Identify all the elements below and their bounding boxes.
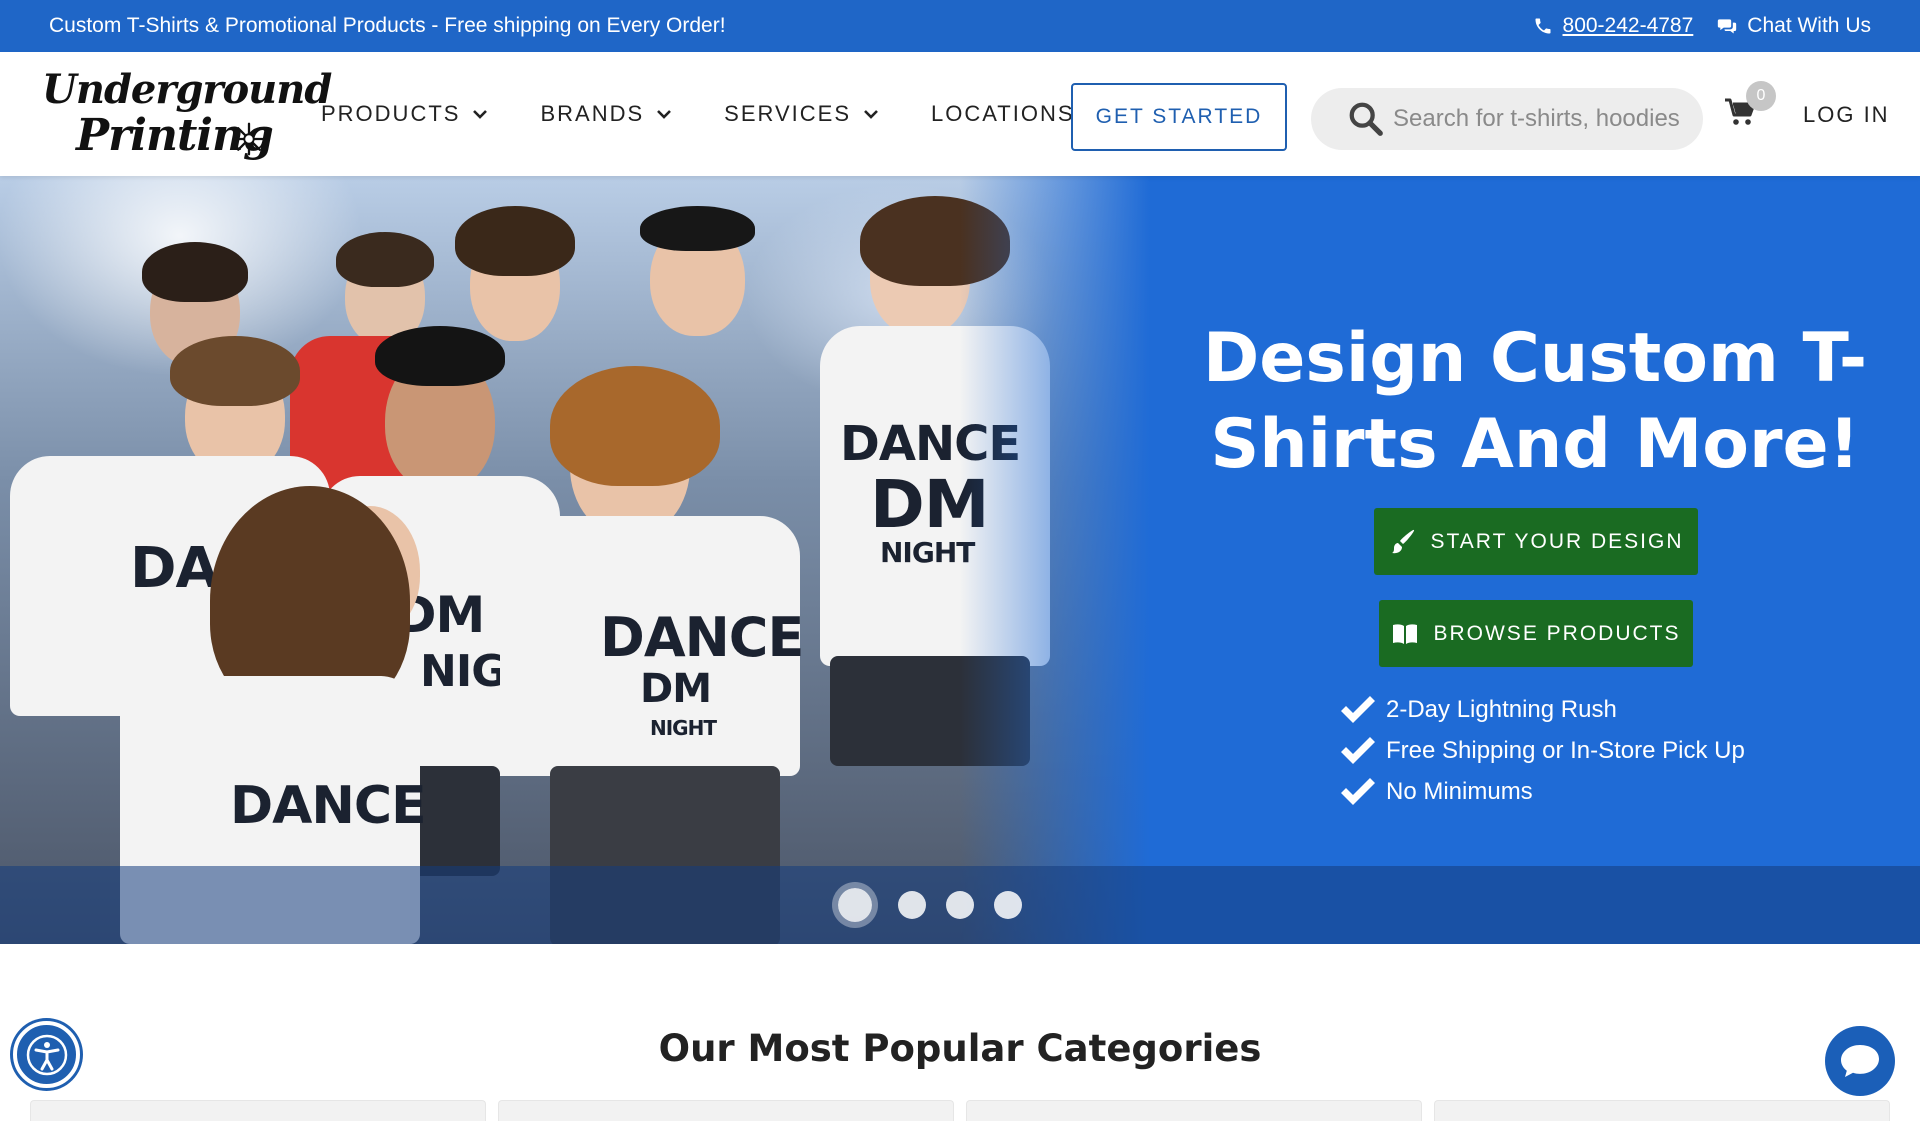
- browse-products-button[interactable]: BROWSE PRODUCTS: [1379, 600, 1693, 667]
- book-icon: [1393, 623, 1418, 644]
- phone-link[interactable]: 800-242-4787: [1563, 14, 1694, 38]
- get-started-button[interactable]: GET STARTED: [1071, 83, 1287, 151]
- popular-categories-title: Our Most Popular Categories: [658, 1027, 1262, 1070]
- nav-services[interactable]: SERVICES: [724, 101, 879, 127]
- feature-item: Free Shipping or In-Store Pick Up: [1338, 730, 1745, 771]
- promo-text: Custom T-Shirts & Promotional Products -…: [49, 14, 726, 37]
- category-card[interactable]: [498, 1100, 954, 1121]
- feature-item: No Minimums: [1338, 771, 1745, 812]
- carousel-dot-1[interactable]: [838, 888, 872, 922]
- main-nav: PRODUCTS BRANDS SERVICES LOCATIONS: [321, 52, 1155, 176]
- topbar-contact: 800-242-4787 Chat With Us: [1533, 14, 1871, 38]
- promo-bar: Custom T-Shirts & Promotional Products -…: [0, 0, 1920, 52]
- checkmark-icon: [1341, 736, 1375, 764]
- browse-products-label: BROWSE PRODUCTS: [1433, 621, 1681, 645]
- site-header: Underground Printing PRODUCTS BRANDS SER…: [0, 52, 1920, 176]
- carousel-dots: [838, 866, 1042, 944]
- login-link[interactable]: LOG IN: [1803, 102, 1890, 128]
- cart-button[interactable]: 0: [1724, 81, 1776, 137]
- logo-burst-icon: [232, 122, 266, 156]
- nav-locations-label: LOCATIONS: [931, 101, 1075, 126]
- cart-count-badge: 0: [1746, 81, 1776, 111]
- feature-text: No Minimums: [1386, 777, 1533, 805]
- chevron-down-icon: [657, 110, 672, 119]
- accessibility-button[interactable]: [13, 1021, 80, 1088]
- nav-brands[interactable]: BRANDS: [540, 101, 672, 127]
- carousel-dot-4[interactable]: [994, 891, 1022, 919]
- checkmark-icon: [1341, 695, 1375, 723]
- feature-list: 2-Day Lightning Rush Free Shipping or In…: [1338, 689, 1745, 812]
- category-card[interactable]: [30, 1100, 486, 1121]
- shirt-print: DANCE: [600, 606, 804, 669]
- chat-link-group[interactable]: Chat With Us: [1717, 14, 1871, 38]
- carousel-dot-3[interactable]: [946, 891, 974, 919]
- hero-title: Design Custom T-Shirts And More!: [1202, 319, 1868, 484]
- chat-link[interactable]: Chat With Us: [1747, 14, 1871, 38]
- phone-icon: [1535, 18, 1551, 34]
- carousel-dot-2[interactable]: [898, 891, 926, 919]
- hero-banner: DANCE DM NIGHT DANCE DM NIGHT DANCE DM N…: [0, 176, 1920, 944]
- carousel-controls: [0, 866, 1920, 944]
- feature-text: Free Shipping or In-Store Pick Up: [1386, 736, 1745, 764]
- hero-content: Design Custom T-Shirts And More! START Y…: [1150, 176, 1920, 866]
- chat-icon: [1718, 19, 1737, 34]
- paintbrush-icon: [1391, 529, 1414, 553]
- nav-products[interactable]: PRODUCTS: [321, 101, 488, 127]
- search-box[interactable]: [1311, 88, 1703, 150]
- shirt-print: DANCE: [230, 776, 427, 836]
- category-card[interactable]: [1434, 1100, 1890, 1121]
- search-icon: [1349, 102, 1383, 136]
- checkmark-icon: [1341, 777, 1375, 805]
- chevron-down-icon: [864, 110, 878, 119]
- live-chat-button[interactable]: [1825, 1026, 1895, 1096]
- chevron-down-icon: [473, 110, 488, 119]
- site-logo[interactable]: Underground Printing: [40, 68, 332, 164]
- nav-products-label: PRODUCTS: [321, 101, 461, 126]
- chat-bubble-icon: [1841, 1045, 1879, 1077]
- start-design-button[interactable]: START YOUR DESIGN: [1374, 508, 1698, 575]
- search-input[interactable]: [1393, 105, 1683, 133]
- feature-text: 2-Day Lightning Rush: [1386, 695, 1617, 723]
- nav-brands-label: BRANDS: [540, 101, 645, 126]
- category-cards: [30, 1100, 1890, 1121]
- shirt-print: NIGHT: [650, 716, 717, 740]
- hero-photo: DANCE DM NIGHT DANCE DM NIGHT DANCE DM N…: [0, 176, 1150, 944]
- feature-item: 2-Day Lightning Rush: [1338, 689, 1745, 730]
- start-design-label: START YOUR DESIGN: [1430, 529, 1684, 553]
- nav-services-label: SERVICES: [724, 101, 851, 126]
- shirt-print: DM: [640, 666, 712, 712]
- accessibility-icon: [26, 1034, 67, 1075]
- category-card[interactable]: [966, 1100, 1422, 1121]
- phone-link-group[interactable]: 800-242-4787: [1533, 14, 1694, 38]
- logo-line-1: Underground: [42, 66, 332, 113]
